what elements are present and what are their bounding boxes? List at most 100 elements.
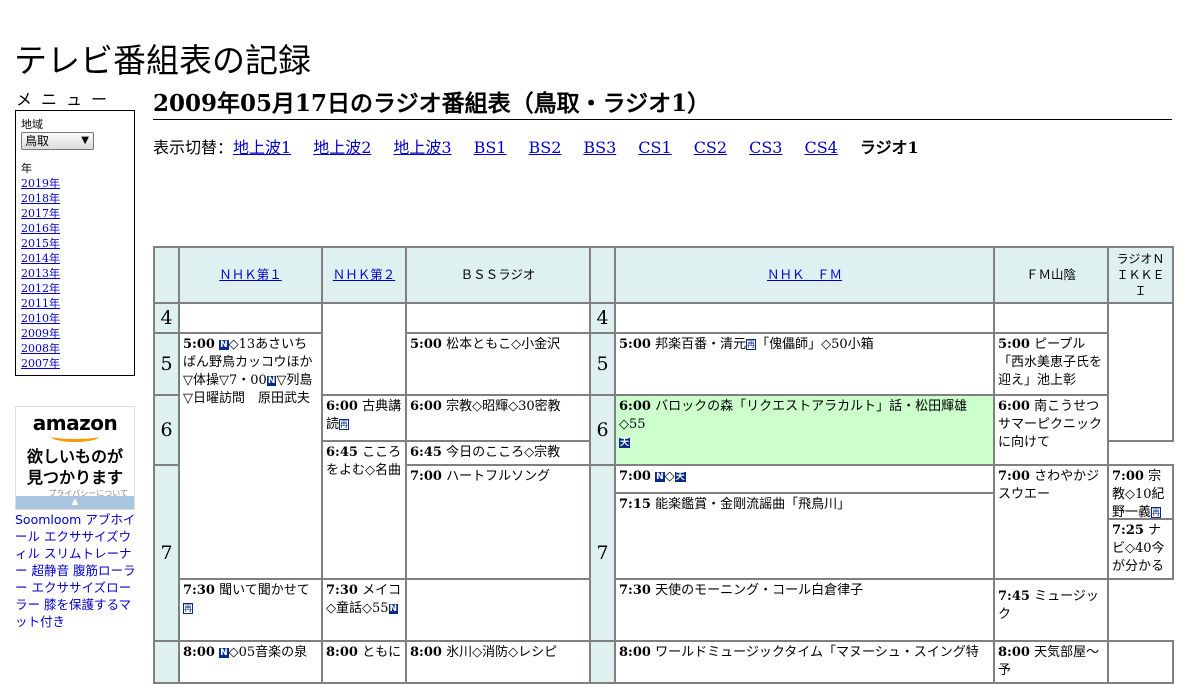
channel-link-nhk1[interactable]: ＮＨＫ第１ bbox=[219, 267, 282, 282]
program-cell[interactable]: 5:00 ピープル「西水美恵子氏を迎え」池上彰 bbox=[993, 332, 1109, 396]
program-cell-empty bbox=[614, 302, 995, 334]
year-link-2012[interactable]: 2012年 bbox=[21, 282, 60, 295]
year-link-2017[interactable]: 2017年 bbox=[21, 207, 60, 220]
program-cell[interactable]: 7:00 ハートフルソング bbox=[405, 464, 591, 580]
region-select-value: 鳥取 bbox=[25, 134, 50, 148]
rerun-mark-icon: 再 bbox=[746, 339, 757, 350]
weather-mark-icon: 天 bbox=[619, 438, 631, 448]
switcher-label: 表示切替： bbox=[153, 138, 234, 157]
program-cell[interactable]: 7:25 ナビ◇40今が分かる bbox=[1110, 520, 1171, 577]
dropdown-arrow-icon: ▼ bbox=[81, 135, 89, 146]
hour-cell: 6 bbox=[589, 394, 616, 466]
view-switcher: 表示切替：地上波1 地上波2 地上波3 BS1 BS2 BS3 CS1 CS2 CS3 CS4 ラジ… bbox=[153, 134, 919, 158]
program-cell[interactable]: 7:00 さわやかジスウエー bbox=[993, 464, 1109, 580]
program-cell[interactable]: 5:00 松本ともこ◇小金沢 bbox=[405, 332, 591, 396]
switch-link-cs3[interactable]: CS3 bbox=[749, 138, 782, 157]
year-link-2011[interactable]: 2011年 bbox=[21, 297, 60, 310]
year-list: 2019年 2018年 2017年 2016年 2015年 2014年 2013… bbox=[21, 176, 60, 371]
news-mark-icon: N bbox=[219, 648, 229, 658]
program-cell[interactable] bbox=[405, 578, 591, 642]
ad-product-link[interactable]: Soomloom アブホイール エクササイズウィル スリムトレーナー 超静音 腹… bbox=[15, 512, 135, 629]
year-link-2016[interactable]: 2016年 bbox=[21, 222, 60, 235]
program-cell-empty bbox=[178, 302, 323, 334]
year-link-2019[interactable]: 2019年 bbox=[21, 177, 60, 190]
page-title: 2009年05月17日のラジオ番組表（鳥取・ラジオ1） bbox=[153, 84, 1172, 120]
program-cell[interactable] bbox=[1107, 640, 1174, 684]
switch-link-chijo2[interactable]: 地上波2 bbox=[313, 138, 371, 157]
switch-current-radio1: ラジオ1 bbox=[859, 138, 919, 157]
program-cell[interactable]: 8:00 氷川◇消防◇レシピ bbox=[405, 640, 591, 684]
hour-cell: 5 bbox=[589, 332, 616, 396]
hour-cell bbox=[589, 640, 616, 684]
corner-cell-2 bbox=[589, 246, 616, 304]
switch-link-cs4[interactable]: CS4 bbox=[804, 138, 837, 157]
year-link-2013[interactable]: 2013年 bbox=[21, 267, 60, 280]
program-cell[interactable]: 7:45 ミュージック bbox=[993, 579, 1109, 642]
program-cell[interactable]: 6:00 古典講読再 bbox=[321, 394, 407, 442]
year-link-2008[interactable]: 2008年 bbox=[21, 342, 60, 355]
year-link-2015[interactable]: 2015年 bbox=[21, 237, 60, 250]
hour-cell bbox=[153, 640, 180, 684]
corner-cell bbox=[153, 246, 180, 304]
program-cell-highlighted[interactable]: 6:00 バロックの森「リクエストアラカルト」話・松田輝雄◇55 天 bbox=[614, 394, 995, 466]
weather-mark-icon: 天 bbox=[674, 472, 686, 482]
year-link-2014[interactable]: 2014年 bbox=[21, 252, 60, 265]
region-select[interactable]: 鳥取 ▼ bbox=[21, 132, 94, 150]
program-cell[interactable]: 5:00 N◇13あさいちばん野鳥カッコウほか▽体操▽7・00N▽列島▽日曜訪問… bbox=[178, 332, 323, 580]
rerun-mark-icon: 再 bbox=[1151, 507, 1162, 518]
site-title: テレビ番組表の記録 bbox=[14, 41, 311, 81]
year-link-2009[interactable]: 2009年 bbox=[21, 327, 60, 340]
program-cell[interactable]: 7:15 能楽鑑賞・金剛流謡曲「飛鳥川」 bbox=[617, 494, 992, 516]
program-cell-empty bbox=[321, 302, 407, 396]
channel-link-nhk2[interactable]: ＮＨＫ第２ bbox=[333, 267, 396, 282]
program-cell[interactable]: 5:00 邦楽百番・清元再「傀儡師」◇50小箱 bbox=[614, 332, 995, 396]
program-cell-empty bbox=[1107, 302, 1174, 442]
news-mark-icon: N bbox=[388, 604, 399, 614]
menu-heading: メニュー bbox=[16, 90, 117, 109]
program-cell[interactable]: 8:00 ともに bbox=[321, 640, 407, 684]
channel-header-nikkei: ラジオＮＩＫＫＥＩ bbox=[1107, 246, 1174, 304]
program-cell-split[interactable]: 7:00 宗教◇10紀野一義再 7:25 ナビ◇40今が分かる bbox=[1107, 464, 1174, 580]
channel-header-nhkfm: ＮＨＫ ＦＭ bbox=[614, 246, 995, 304]
switch-link-cs1[interactable]: CS1 bbox=[638, 138, 671, 157]
news-mark-icon: N bbox=[655, 472, 665, 482]
hour-cell: 6 bbox=[153, 394, 180, 466]
switch-link-chijo3[interactable]: 地上波3 bbox=[393, 138, 451, 157]
program-cell[interactable]: 8:00 ワールドミュージックタイム「マヌーシュ・スイング特 bbox=[614, 640, 995, 684]
switch-link-bs1[interactable]: BS1 bbox=[474, 138, 507, 157]
program-grid: ＮＨＫ第１ ＮＨＫ第２ ＢＳＳラジオ ＮＨＫ ＦＭ ＦＭ山陰 ラジオＮＩＫＫＥＩ… bbox=[153, 246, 1174, 684]
program-cell[interactable]: 7:30 メイコ◇童話◇55N bbox=[321, 578, 407, 642]
year-label: 年 bbox=[21, 162, 32, 175]
program-cell[interactable]: 7:30 聞いて聞かせて再 bbox=[178, 578, 323, 642]
program-cell[interactable]: 8:00 天気部屋～予 bbox=[993, 640, 1109, 684]
year-link-2007[interactable]: 2007年 bbox=[21, 357, 60, 370]
rerun-mark-icon: 再 bbox=[339, 419, 350, 430]
hour-cell: 5 bbox=[153, 332, 180, 396]
program-cell[interactable]: 6:45 今日のこころ◇宗教 bbox=[405, 440, 591, 466]
program-cell-split[interactable]: 7:00 N◇天 7:15 能楽鑑賞・金剛流謡曲「飛鳥川」 bbox=[614, 464, 995, 580]
channel-link-nhkfm[interactable]: ＮＨＫ ＦＭ bbox=[767, 267, 842, 282]
program-cell[interactable]: 6:00 南こうせつサマーピクニックに向けて bbox=[993, 394, 1109, 466]
switch-link-cs2[interactable]: CS2 bbox=[694, 138, 727, 157]
chevron-up-icon: ▲ bbox=[71, 497, 79, 507]
switch-link-bs3[interactable]: BS3 bbox=[583, 138, 616, 157]
year-link-2010[interactable]: 2010年 bbox=[21, 312, 60, 325]
channel-header-fmsanin: ＦＭ山陰 bbox=[993, 246, 1109, 304]
program-cell[interactable]: 7:30 天使のモーニング・コール白倉律子 bbox=[614, 578, 995, 642]
switch-link-chijo1[interactable]: 地上波1 bbox=[233, 138, 291, 157]
switch-link-bs2[interactable]: BS2 bbox=[528, 138, 561, 157]
program-cell[interactable]: 7:00 N◇天 bbox=[617, 467, 992, 494]
amazon-ad[interactable]: amazon 欲しいものが 見つかります プライバシーについて ▲ bbox=[15, 406, 135, 510]
channel-header-nhk2: ＮＨＫ第２ bbox=[321, 246, 407, 304]
hour-cell: 4 bbox=[153, 302, 180, 334]
hour-cell: 4 bbox=[589, 302, 616, 334]
rerun-mark-icon: 再 bbox=[183, 603, 193, 614]
program-cell[interactable]: 6:00 宗教◇昭輝◇30密教 bbox=[405, 394, 591, 442]
hour-cell: 7 bbox=[589, 464, 616, 642]
program-cell[interactable]: 8:00 N◇05音楽の泉 bbox=[178, 640, 323, 684]
ad-collapse-bar[interactable]: ▲ bbox=[16, 496, 134, 509]
year-link-2018[interactable]: 2018年 bbox=[21, 192, 60, 205]
ad-text-2: 見つかります bbox=[26, 468, 123, 487]
program-cell[interactable]: 6:45 こころをよむ◇名曲 bbox=[321, 440, 407, 580]
program-cell[interactable]: 7:00 宗教◇10紀野一義再 bbox=[1110, 467, 1171, 520]
